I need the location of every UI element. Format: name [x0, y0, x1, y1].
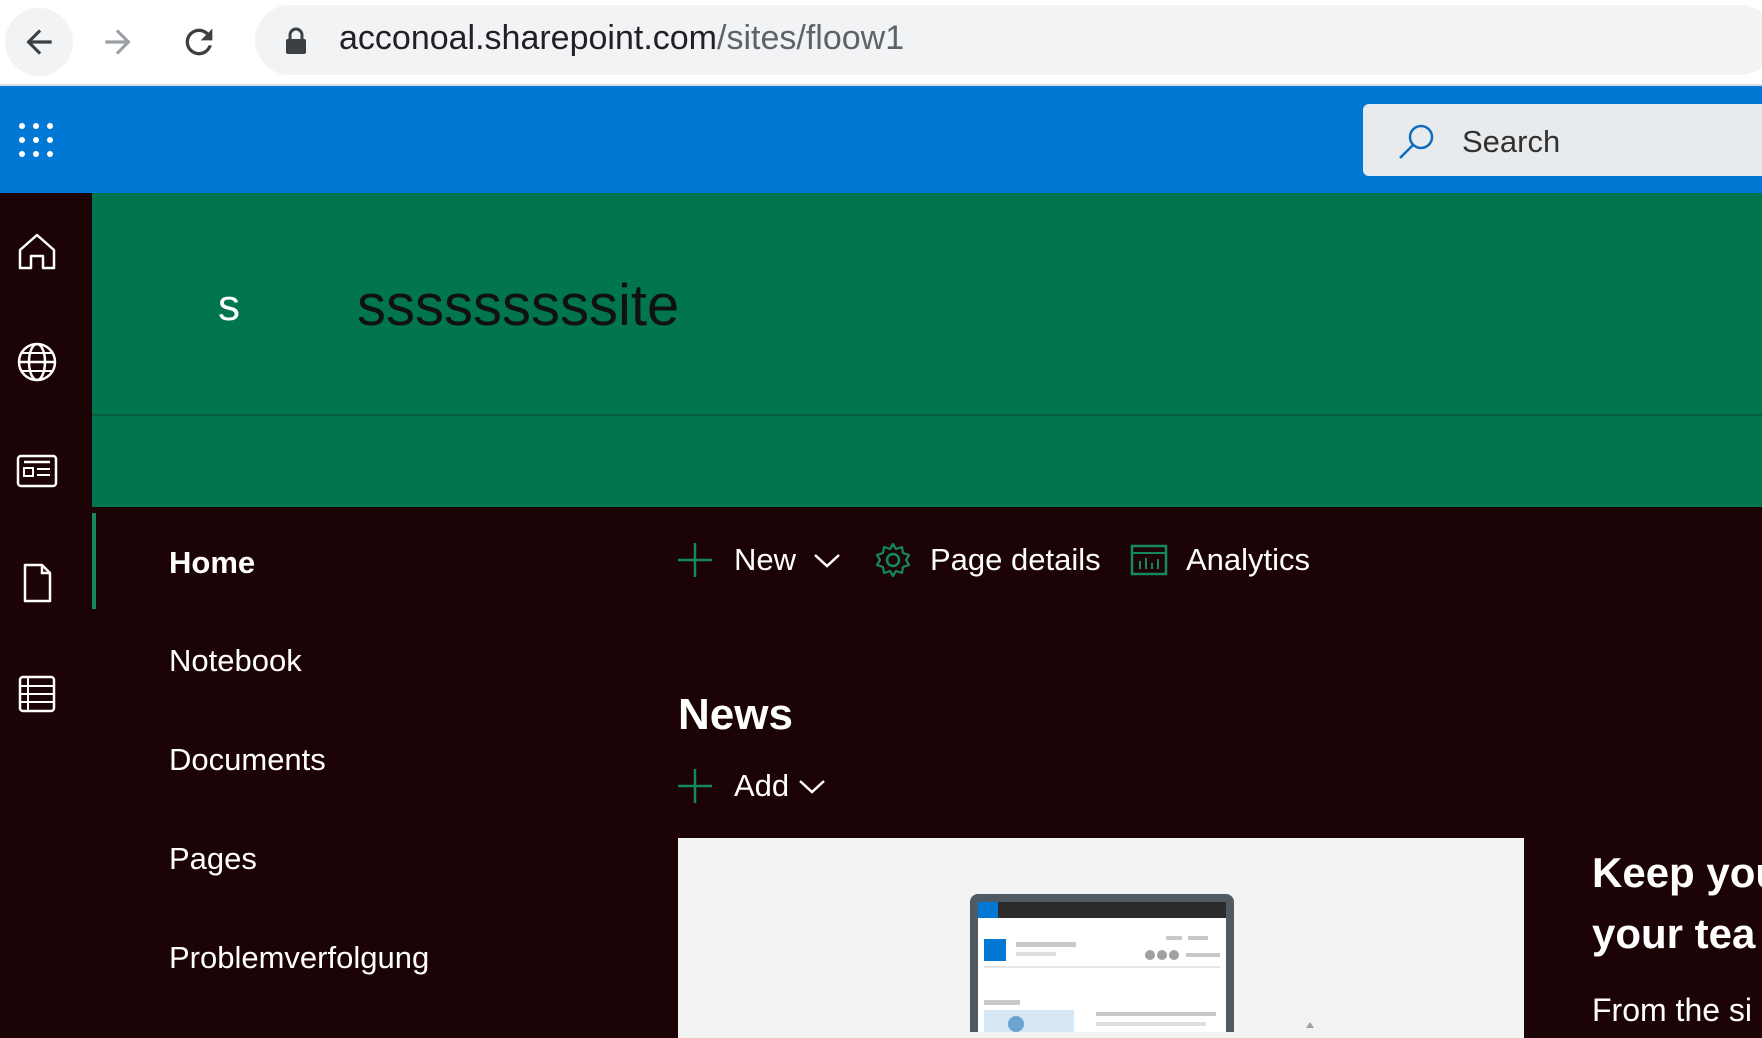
nav-item-documents[interactable]: Documents [169, 742, 326, 778]
nav-selected-indicator [92, 513, 96, 609]
nav-item-notebook[interactable]: Notebook [169, 643, 302, 679]
new-button[interactable]: New [676, 540, 842, 580]
promo-title: Keep you your tea [1592, 842, 1762, 964]
url-path: /sites/floow1 [717, 19, 905, 57]
site-title[interactable]: sssssssssite [357, 272, 679, 339]
url-host: acconoal.sharepoint.com [339, 19, 718, 57]
new-label: New [734, 542, 797, 577]
search-placeholder: Search [1462, 124, 1561, 159]
app-bar [0, 193, 92, 1032]
site-logo[interactable]: s [218, 281, 240, 331]
plus-icon [678, 769, 712, 803]
back-button[interactable] [5, 8, 73, 76]
promo-text: From the si [1592, 992, 1753, 1028]
chevron-down-icon [814, 554, 840, 568]
promo-title-line-1: Keep you [1592, 849, 1762, 896]
url-text[interactable]: acconoal.sharepoint.com/sites/floow1 [339, 19, 904, 58]
header-divider [92, 414, 1762, 416]
globe-icon[interactable] [14, 339, 60, 385]
promo-title-line-2: your tea [1592, 910, 1756, 957]
site-header [92, 193, 1762, 507]
nav-item-home[interactable]: Home [169, 545, 255, 581]
news-placeholder-card [678, 838, 1524, 1038]
app-launcher-icon[interactable] [18, 122, 54, 158]
home-icon[interactable] [14, 228, 60, 274]
lock-icon [286, 27, 306, 54]
list-icon[interactable] [14, 671, 60, 717]
nav-item-problemverfolgung[interactable]: Problemverfolgung [169, 940, 429, 976]
arrow-left-icon [26, 29, 52, 55]
news-icon[interactable] [14, 448, 60, 494]
reload-icon [185, 28, 213, 56]
gear-icon [875, 542, 911, 578]
news-title: News [678, 690, 793, 739]
nav-item-pages[interactable]: Pages [169, 841, 257, 877]
browser-toolbar: acconoal.sharepoint.com/sites/floow1 [0, 0, 1762, 84]
arrow-right-icon [105, 29, 131, 55]
address-bar[interactable]: acconoal.sharepoint.com/sites/floow1 [255, 5, 1762, 75]
analytics-label: Analytics [1186, 542, 1311, 577]
news-illustration [970, 894, 1314, 1032]
search-icon [1399, 124, 1434, 159]
chevron-down-icon [799, 780, 826, 794]
reload-button[interactable] [165, 8, 233, 76]
page-details-button[interactable]: Page details [874, 540, 1101, 580]
forward-button[interactable] [84, 8, 152, 76]
analytics-button[interactable]: Analytics [1130, 540, 1310, 580]
page-details-label: Page details [930, 542, 1101, 577]
analytics-icon [1130, 544, 1168, 576]
add-label: Add [734, 768, 790, 803]
plus-icon [678, 543, 712, 577]
suite-bar: Search [0, 86, 1762, 193]
file-icon[interactable] [14, 560, 60, 606]
search-box[interactable]: Search [1363, 104, 1762, 176]
add-news-button[interactable]: Add [676, 766, 827, 806]
